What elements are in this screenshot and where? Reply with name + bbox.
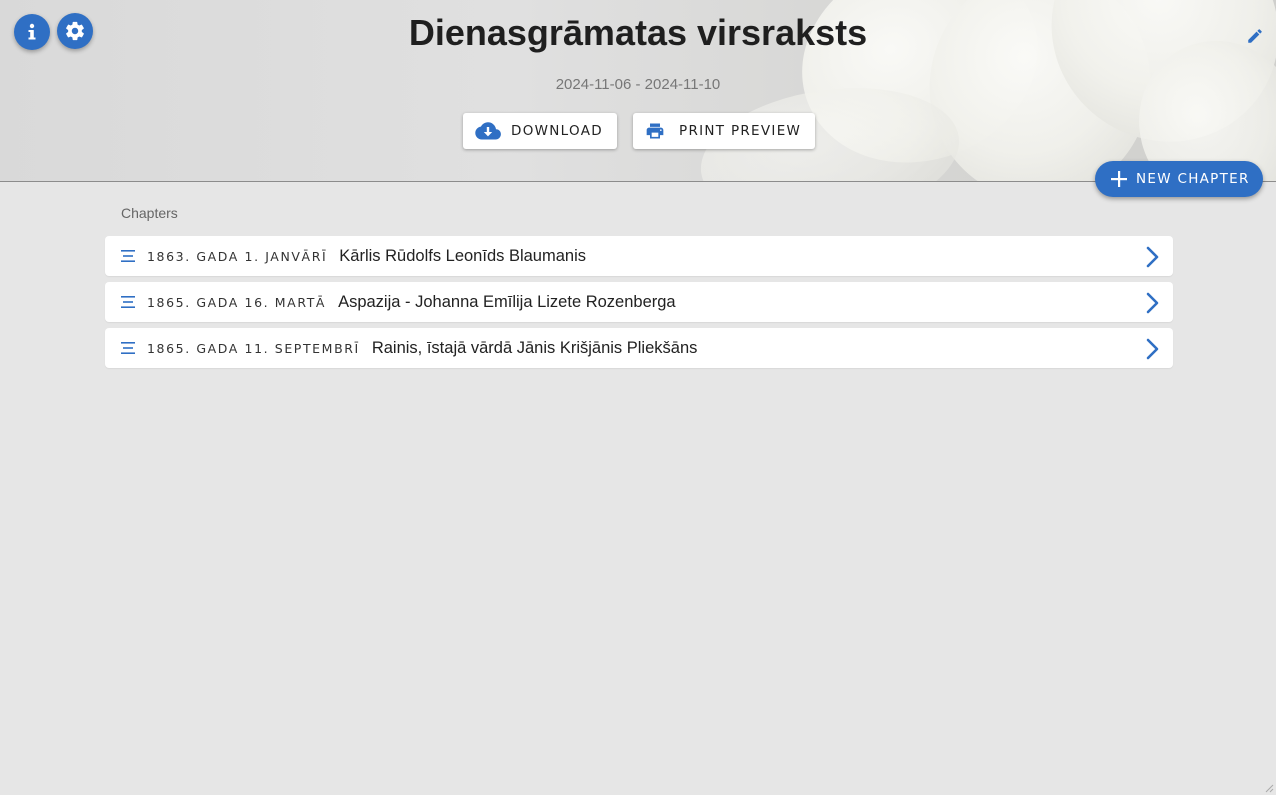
chapter-date: 1865. GADA 16. MARTĀ	[147, 294, 327, 310]
new-chapter-label: NEW CHAPTER	[1136, 171, 1250, 187]
pencil-icon[interactable]	[1246, 27, 1264, 45]
cloud-download-icon	[475, 122, 501, 140]
chevron-right-icon	[1146, 292, 1159, 314]
chapter-date: 1863. GADA 1. JANVĀRĪ	[147, 248, 328, 264]
plus-icon	[1111, 171, 1127, 187]
journal-title: Dienasgrāmatas virsraksts	[408, 12, 868, 53]
chapter-date: 1865. GADA 11. SEPTEMBRĪ	[147, 340, 360, 356]
chevron-right-icon	[1146, 246, 1159, 268]
date-range: 2024-11-06 - 2024-11-10	[555, 76, 721, 93]
drag-handle-icon[interactable]	[121, 342, 135, 354]
chapters-heading: Chapters	[121, 205, 178, 221]
chapter-item[interactable]: 1865. GADA 11. SEPTEMBRĪ Rainis, īstajā …	[105, 328, 1173, 368]
new-chapter-button[interactable]: NEW CHAPTER	[1095, 161, 1263, 197]
resize-handle-icon[interactable]	[1264, 783, 1274, 793]
download-button[interactable]: DOWNLOAD	[463, 113, 617, 149]
download-label: DOWNLOAD	[511, 123, 603, 139]
chapter-title: Rainis, īstajā vārdā Jānis Krišjānis Pli…	[371, 338, 698, 357]
drag-handle-icon[interactable]	[121, 296, 135, 308]
chapter-item[interactable]: 1863. GADA 1. JANVĀRĪ Kārlis Rūdolfs Leo…	[105, 236, 1173, 276]
chevron-right-icon	[1146, 338, 1159, 360]
chapter-item[interactable]: 1865. GADA 16. MARTĀ Aspazija - Johanna …	[105, 282, 1173, 322]
drag-handle-icon[interactable]	[121, 250, 135, 262]
print-preview-button[interactable]: PRINT PREVIEW	[633, 113, 815, 149]
chapter-title: Aspazija - Johanna Emīlija Lizete Rozenb…	[338, 292, 676, 311]
chapter-list: 1863. GADA 1. JANVĀRĪ Kārlis Rūdolfs Leo…	[105, 236, 1173, 374]
printer-icon	[646, 123, 664, 139]
print-preview-label: PRINT PREVIEW	[679, 123, 802, 139]
journal-header: Dienasgrāmatas virsraksts 2024-11-06 - 2…	[0, 0, 1276, 182]
chapter-title: Kārlis Rūdolfs Leonīds Blaumanis	[339, 246, 586, 265]
